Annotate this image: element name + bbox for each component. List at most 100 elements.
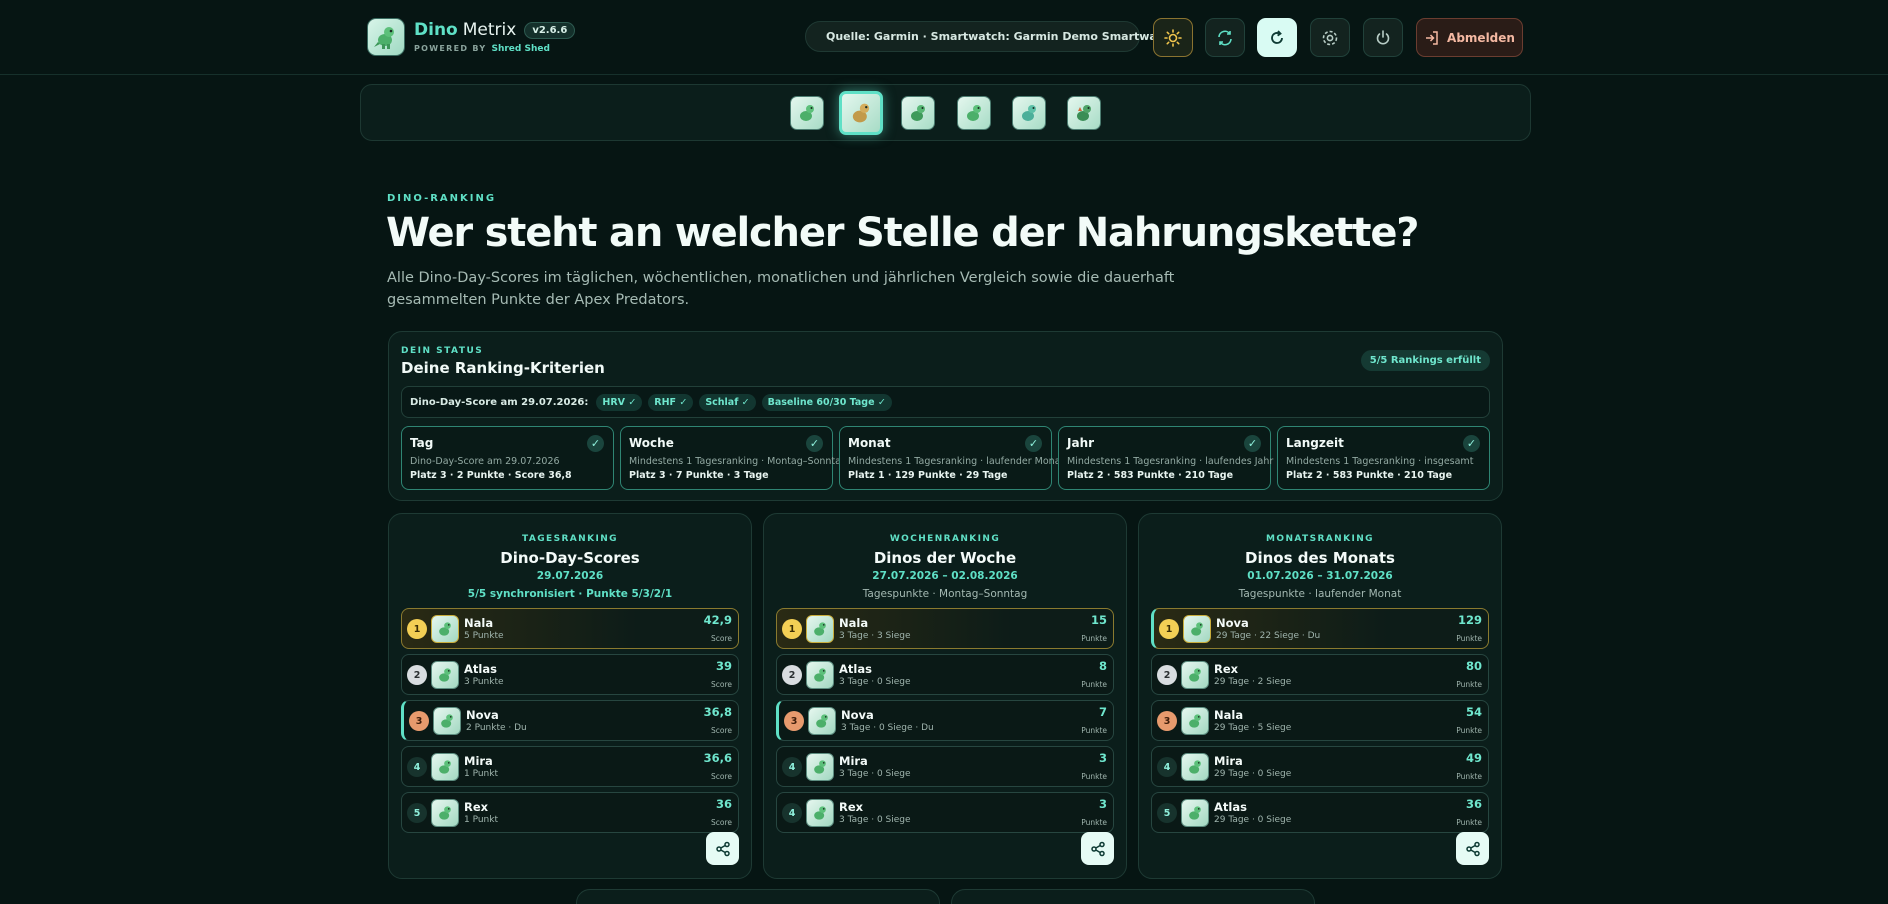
criterion-longterm[interactable]: Langzeit ✓ Mindestens 1 Tagesranking · i… — [1277, 426, 1490, 490]
dino-avatar-icon — [433, 707, 461, 735]
dino-name: Rex — [464, 800, 489, 814]
criterion-day[interactable]: Tag ✓ Dino-Day-Score am 29.07.2026 Platz… — [401, 426, 614, 490]
dino-avatar-4[interactable] — [957, 96, 991, 130]
row-unit: Punkte — [1456, 818, 1482, 827]
share-icon — [1465, 841, 1480, 856]
row-value: 3 — [1098, 751, 1107, 765]
criterion-week[interactable]: Woche ✓ Mindestens 1 Tagesranking · Mont… — [620, 426, 847, 490]
share-icon — [715, 841, 730, 856]
ranking-row[interactable]: 1 Nala 5 Punkte 42,9 Score — [401, 608, 739, 649]
next-card-partial — [951, 889, 1315, 904]
row-unit: Score — [710, 726, 732, 735]
row-meta: 29 Tage · 0 Siege — [1214, 815, 1292, 825]
rankings-fulfilled-badge: 5/5 Rankings erfüllt — [1360, 350, 1490, 371]
card-subtitle: Tagespunkte · laufender Monat — [1238, 588, 1402, 600]
ranking-row[interactable]: 2 Atlas 3 Punkte 39 Score — [401, 654, 739, 695]
row-meta: 3 Tage · 0 Siege — [839, 677, 911, 687]
dino-name: Rex — [839, 800, 864, 814]
share-button[interactable] — [706, 832, 739, 865]
settings-button[interactable] — [1310, 18, 1350, 57]
ranking-row[interactable]: 4 Mira 29 Tage · 0 Siege 49 Punkte — [1151, 746, 1489, 787]
card-title: Dino-Day-Scores — [500, 549, 640, 567]
card-date: 01.07.2026 – 31.07.2026 — [1247, 570, 1393, 582]
ranking-row[interactable]: 5 Atlas 29 Tage · 0 Siege 36 Punkte — [1151, 792, 1489, 833]
dino-avatar-icon — [1181, 661, 1209, 689]
criterion-value: Platz 2 · 583 Punkte · 210 Tage — [1067, 470, 1234, 481]
row-unit: Punkte — [1081, 680, 1107, 689]
logout-label: Abmelden — [1447, 30, 1515, 45]
version-badge: v2.6.6 — [524, 21, 576, 39]
dino-avatar-icon — [431, 661, 459, 689]
row-value: 80 — [1465, 659, 1482, 673]
rank-position: 1 — [1159, 619, 1179, 639]
rank-position: 5 — [407, 803, 427, 823]
criterion-value: Platz 3 · 2 Punkte · Score 36,8 — [410, 470, 572, 481]
rank-position: 5 — [1157, 803, 1177, 823]
row-value: 39 — [715, 659, 732, 673]
criterion-title: Tag — [410, 436, 434, 450]
row-value: 36 — [715, 797, 732, 811]
ranking-card-month: MONATSRANKING Dinos des Monats 01.07.202… — [1138, 513, 1502, 879]
power-button[interactable] — [1363, 18, 1403, 57]
day-score-row: Dino-Day-Score am 29.07.2026: HRV ✓ RHF … — [401, 386, 1490, 418]
ranking-row[interactable]: 1 Nova 29 Tage · 22 Siege · Du 129 Punkte — [1151, 608, 1489, 649]
dino-name: Mira — [1214, 754, 1243, 768]
criterion-year[interactable]: Jahr ✓ Mindestens 1 Tagesranking · laufe… — [1058, 426, 1273, 490]
row-value: 129 — [1457, 613, 1482, 627]
sun-icon — [1164, 28, 1182, 47]
ranking-row[interactable]: 4 Rex 3 Tage · 0 Siege 3 Punkte — [776, 792, 1114, 833]
check-icon: ✓ — [1244, 435, 1261, 452]
row-unit: Punkte — [1456, 726, 1482, 735]
ranking-row[interactable]: 2 Rex 29 Tage · 2 Siege 80 Punkte — [1151, 654, 1489, 695]
ranking-row[interactable]: 1 Nala 3 Tage · 3 Siege 15 Punkte — [776, 608, 1114, 649]
card-eyebrow: TAGESRANKING — [522, 534, 618, 544]
chip-hrv: HRV ✓ — [596, 393, 643, 411]
dino-avatar-2-selected[interactable] — [839, 91, 883, 135]
row-meta: 29 Tage · 0 Siege — [1214, 769, 1292, 779]
dino-avatar-1[interactable] — [790, 96, 824, 130]
criterion-title: Woche — [629, 436, 674, 450]
row-meta: 3 Tage · 0 Siege — [839, 769, 911, 779]
dino-name: Nala — [1214, 708, 1244, 722]
dino-name: Rex — [1214, 662, 1239, 676]
dino-name: Nala — [839, 616, 869, 630]
chip-baseline: Baseline 60/30 Tage ✓ — [761, 393, 892, 411]
ranking-criteria-card: DEIN STATUS Deine Ranking-Kriterien 5/5 … — [388, 331, 1503, 501]
share-icon — [1090, 841, 1105, 856]
dino-avatar-6[interactable] — [1067, 96, 1101, 130]
dino-avatar-3[interactable] — [901, 96, 935, 130]
sync-button[interactable] — [1205, 18, 1245, 57]
criterion-title: Jahr — [1067, 436, 1095, 450]
share-button[interactable] — [1081, 832, 1114, 865]
brand[interactable]: Dino Metrix v2.6.6 POWERED BY Shred Shed — [367, 18, 576, 56]
dino-name: Nala — [464, 616, 494, 630]
row-value: 54 — [1465, 705, 1482, 719]
ranking-row[interactable]: 4 Mira 3 Tage · 0 Siege 3 Punkte — [776, 746, 1114, 787]
row-value: 15 — [1090, 613, 1107, 627]
criterion-description: Dino-Day-Score am 29.07.2026 — [410, 456, 560, 467]
ranking-row[interactable]: 4 Mira 1 Punkt 36,6 Score — [401, 746, 739, 787]
ranking-card-week: WOCHENRANKING Dinos der Woche 27.07.2026… — [763, 513, 1127, 879]
ranking-row[interactable]: 3 Nova 2 Punkte · Du 36,8 Score — [401, 700, 739, 741]
dino-avatar-5[interactable] — [1012, 96, 1046, 130]
power-icon — [1376, 29, 1390, 45]
theme-toggle-button[interactable] — [1153, 18, 1193, 57]
ranking-row[interactable]: 2 Atlas 3 Tage · 0 Siege 8 Punkte — [776, 654, 1114, 695]
rank-position: 1 — [782, 619, 802, 639]
chip-rhf: RHF ✓ — [648, 393, 694, 411]
ranking-row[interactable]: 5 Rex 1 Punkt 36 Score — [401, 792, 739, 833]
logout-button[interactable]: Abmelden — [1416, 18, 1523, 57]
section-eyebrow: DINO-RANKING — [387, 193, 497, 204]
rank-position: 4 — [782, 803, 802, 823]
refresh-button[interactable] — [1257, 18, 1297, 57]
criterion-month[interactable]: Monat ✓ Mindestens 1 Tagesranking · lauf… — [839, 426, 1064, 490]
ranking-list: 1 Nala 5 Punkte 42,9 Score 2 Atlas 3 Punkte 39 Sc… — [401, 608, 739, 838]
dino-avatar-icon — [1181, 707, 1209, 735]
criterion-title: Langzeit — [1286, 436, 1344, 450]
card-eyebrow: MONATSRANKING — [1266, 534, 1374, 544]
ranking-row[interactable]: 3 Nala 29 Tage · 5 Siege 54 Punkte — [1151, 700, 1489, 741]
ranking-row[interactable]: 3 Nova 3 Tage · 0 Siege · Du 7 Punkte — [776, 700, 1114, 741]
check-icon: ✓ — [587, 435, 604, 452]
card-date: 29.07.2026 — [536, 570, 604, 582]
share-button[interactable] — [1456, 832, 1489, 865]
